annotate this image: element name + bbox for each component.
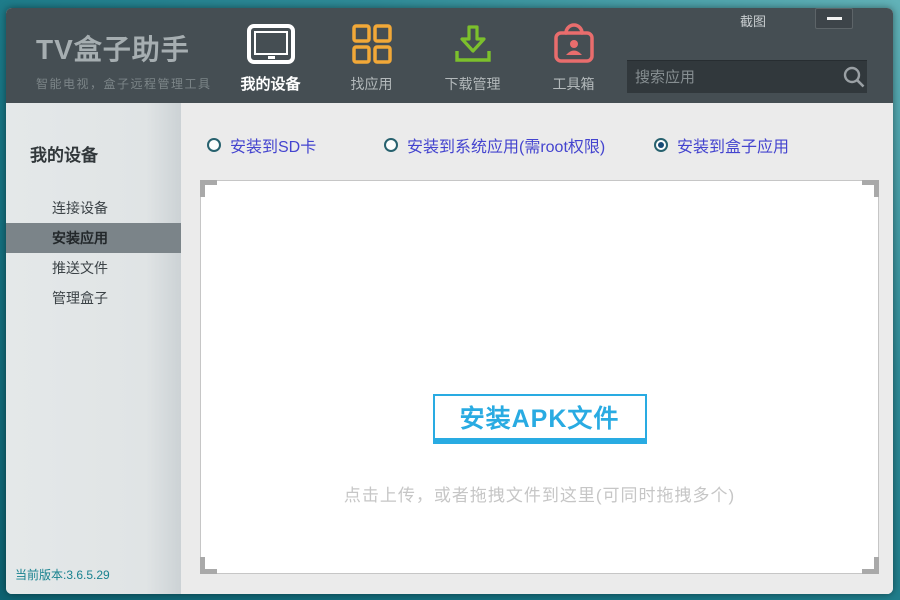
app-title: TV盒子助手 [36,28,212,68]
app-subtitle: 智能电视，盒子远程管理工具 [36,75,212,92]
app-header: TV盒子助手 智能电视，盒子远程管理工具 我的设备 [6,8,893,103]
main-nav: 我的设备 找应用 [220,18,624,100]
app-window: TV盒子助手 智能电视，盒子远程管理工具 我的设备 [6,8,893,594]
apk-dropzone[interactable]: 安装APK文件 点击上传，或者拖拽文件到这里(可同时拖拽多个) [200,180,879,574]
dropzone-corner [200,180,217,197]
nav-item-toolbox[interactable]: 工具箱 [523,18,624,100]
toolbox-icon [551,18,597,70]
dropzone-hint: 点击上传，或者拖拽文件到这里(可同时拖拽多个) [201,481,878,506]
app-logo: TV盒子助手 智能电视，盒子远程管理工具 [36,28,212,92]
monitor-icon [246,18,296,69]
nav-label: 找应用 [351,74,393,94]
search-input[interactable] [627,69,842,86]
radio-icon [384,138,398,152]
search-box [627,60,867,93]
dropzone-corner [200,557,217,574]
nav-label: 下载管理 [445,74,501,94]
sidebar-title: 我的设备 [30,141,181,166]
main-panel: 安装到SD卡 安装到系统应用(需root权限) 安装到盒子应用 安装APK文件 … [181,103,893,594]
dropzone-corner [862,557,879,574]
sidebar-item-manage-box[interactable]: 管理盒子 [6,283,181,313]
search-icon[interactable] [842,65,866,89]
radio-option-system-app[interactable]: 安装到系统应用(需root权限) [384,133,605,157]
sidebar-item-connect-device[interactable]: 连接设备 [6,193,181,223]
download-icon [451,18,495,70]
nav-label: 我的设备 [240,73,300,94]
screenshot-button[interactable]: 截图 [740,11,766,30]
nav-item-my-devices[interactable]: 我的设备 [220,18,321,100]
desktop: { "window": { "title_bar": { "screenshot… [0,0,900,600]
minimize-button[interactable] [815,8,853,29]
nav-item-download-manager[interactable]: 下载管理 [422,18,523,100]
apps-grid-icon [351,18,393,70]
radio-option-box-app[interactable]: 安装到盒子应用 [654,133,789,157]
nav-item-find-apps[interactable]: 找应用 [321,18,422,100]
sidebar-item-install-app[interactable]: 安装应用 [6,223,181,253]
radio-label: 安装到盒子应用 [677,133,789,157]
radio-option-sd-card[interactable]: 安装到SD卡 [207,133,316,157]
dropzone-corner [862,180,879,197]
sidebar: 我的设备 连接设备 安装应用 推送文件 管理盒子 当前版本:3.6.5.29 [6,103,181,594]
radio-icon [207,138,221,152]
minimize-icon [827,17,842,20]
radio-label: 安装到SD卡 [230,133,316,157]
nav-label: 工具箱 [553,74,595,94]
radio-label: 安装到系统应用(需root权限) [407,133,605,157]
install-apk-button[interactable]: 安装APK文件 [433,394,647,444]
install-target-options: 安装到SD卡 安装到系统应用(需root权限) 安装到盒子应用 [181,133,893,157]
content-row: 我的设备 连接设备 安装应用 推送文件 管理盒子 当前版本:3.6.5.29 安… [6,103,893,594]
sidebar-menu: 连接设备 安装应用 推送文件 管理盒子 [6,193,181,313]
version-label: 当前版本:3.6.5.29 [15,566,110,583]
radio-icon-checked [654,138,668,152]
sidebar-item-push-file[interactable]: 推送文件 [6,253,181,283]
